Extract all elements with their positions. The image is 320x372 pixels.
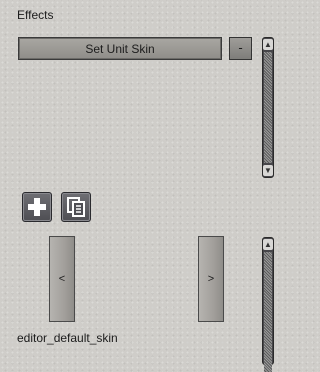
- effects-scrollbar[interactable]: ▲ ▼: [262, 37, 274, 178]
- scroll-down-arrow[interactable]: ▼: [263, 165, 273, 176]
- duplicate-icon: [67, 197, 85, 217]
- effect-item-button[interactable]: Set Unit Skin: [18, 37, 222, 60]
- skins-scrollbar[interactable]: ▲: [262, 237, 274, 372]
- previous-skin-button[interactable]: <: [49, 236, 75, 322]
- remove-effect-button[interactable]: -: [229, 37, 252, 60]
- skins-scroll-thumb[interactable]: [264, 252, 272, 372]
- plus-icon: [28, 198, 46, 216]
- skins-scroll-up-arrow[interactable]: ▲: [263, 239, 273, 250]
- scroll-up-arrow[interactable]: ▲: [263, 39, 273, 50]
- effects-title: Effects: [17, 8, 54, 22]
- next-skin-button[interactable]: >: [198, 236, 224, 322]
- duplicate-effect-button[interactable]: [61, 192, 91, 222]
- add-effect-button[interactable]: [22, 192, 52, 222]
- scroll-thumb[interactable]: [264, 52, 272, 163]
- skin-name-label: editor_default_skin: [17, 331, 118, 345]
